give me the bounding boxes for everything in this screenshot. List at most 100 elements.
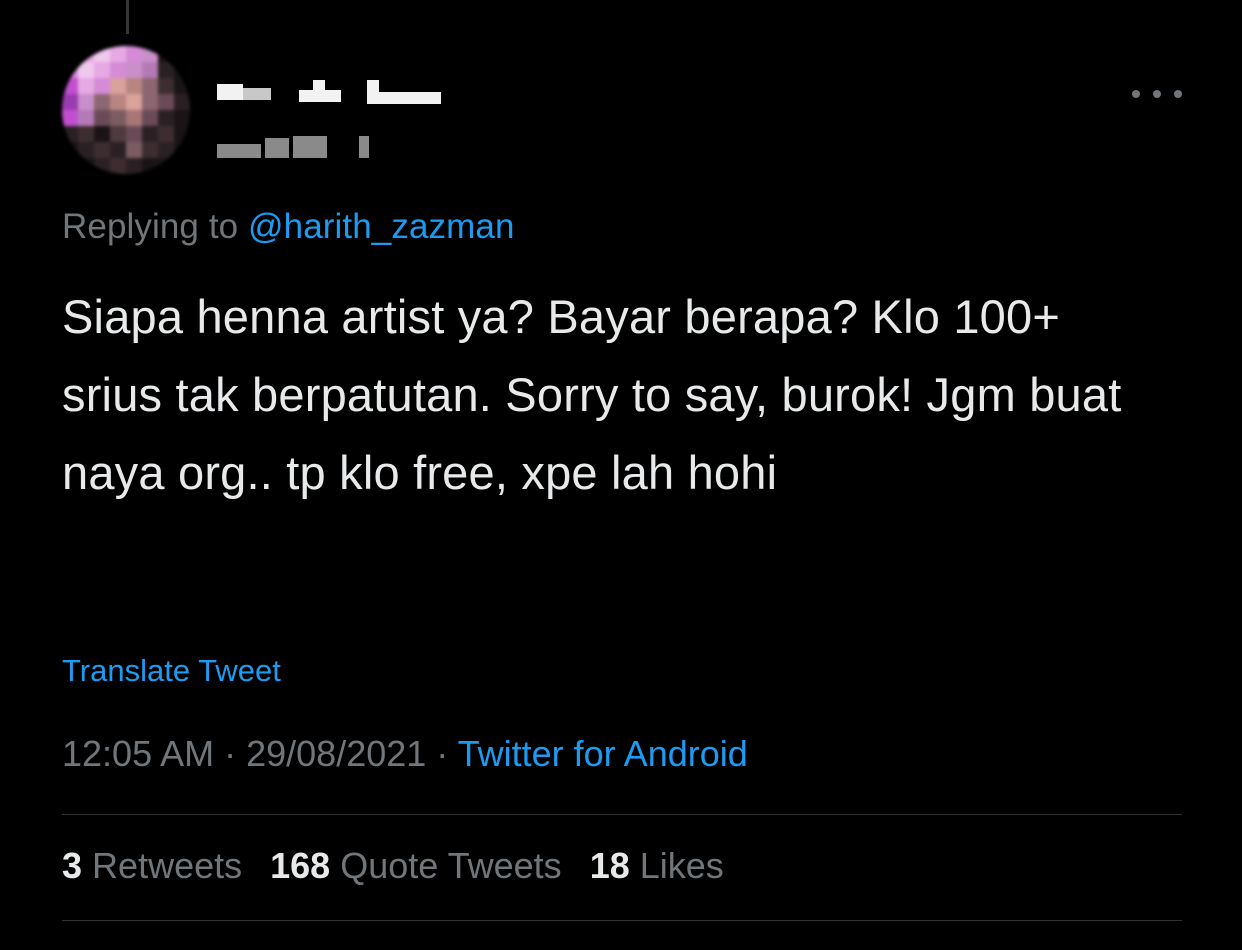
avatar-pixel bbox=[110, 126, 126, 142]
avatar-pixel bbox=[78, 126, 94, 142]
avatar-pixel bbox=[158, 142, 174, 158]
avatar-pixel bbox=[62, 142, 78, 158]
retweets-stat[interactable]: 3 Retweets bbox=[62, 845, 242, 887]
retweets-label: Retweets bbox=[92, 845, 243, 886]
retweets-count: 3 bbox=[62, 845, 83, 886]
divider bbox=[62, 920, 1182, 921]
more-dot bbox=[1153, 90, 1161, 98]
avatar-pixel bbox=[174, 62, 190, 78]
avatar-pixel bbox=[94, 126, 110, 142]
avatar-pixel bbox=[126, 142, 142, 158]
avatar-pixel bbox=[142, 110, 158, 126]
avatar-pixel bbox=[78, 62, 94, 78]
avatar-pixel bbox=[126, 94, 142, 110]
thread-connector-line bbox=[126, 0, 129, 34]
avatar-pixel bbox=[126, 78, 142, 94]
avatar-pixel bbox=[126, 158, 142, 174]
avatar-pixel bbox=[94, 94, 110, 110]
likes-count: 18 bbox=[589, 845, 630, 886]
avatar-pixel bbox=[174, 158, 190, 174]
avatar-pixel bbox=[94, 110, 110, 126]
avatar-pixel bbox=[126, 126, 142, 142]
tweet-text: Siapa henna artist ya? Bayar berapa? Klo… bbox=[62, 290, 1122, 499]
avatar-pixel bbox=[158, 78, 174, 94]
divider bbox=[62, 814, 1182, 815]
avatar-pixel bbox=[110, 46, 126, 62]
tweet-date[interactable]: 29/08/2021 bbox=[246, 733, 426, 774]
avatar-pixel bbox=[158, 94, 174, 110]
avatar-pixel bbox=[78, 78, 94, 94]
tweet-stats: 3 Retweets 168 Quote Tweets 18 Likes bbox=[62, 845, 724, 887]
avatar-pixel bbox=[62, 158, 78, 174]
avatar-pixel bbox=[142, 46, 158, 62]
more-options-icon[interactable] bbox=[1132, 80, 1182, 108]
redacted-display-name bbox=[217, 84, 243, 100]
avatar-pixel bbox=[94, 142, 110, 158]
avatar-pixel bbox=[78, 142, 94, 158]
avatar-pixel bbox=[126, 62, 142, 78]
avatar-pixel bbox=[110, 110, 126, 126]
avatar-pixel bbox=[94, 62, 110, 78]
avatar-pixel bbox=[110, 62, 126, 78]
avatar-pixel bbox=[78, 158, 94, 174]
avatar-pixel bbox=[110, 78, 126, 94]
quote-tweets-stat[interactable]: 168 Quote Tweets bbox=[270, 845, 562, 887]
redacted-handle bbox=[217, 144, 261, 158]
avatar-pixel bbox=[94, 158, 110, 174]
meta-separator: · bbox=[214, 733, 247, 774]
redacted-display-name bbox=[367, 80, 379, 94]
avatar-pixel bbox=[110, 142, 126, 158]
avatar-pixel bbox=[94, 46, 110, 62]
avatar[interactable] bbox=[62, 46, 190, 174]
avatar-pixel bbox=[62, 62, 78, 78]
redacted-handle bbox=[293, 136, 327, 158]
avatar-pixel bbox=[126, 46, 142, 62]
quote-tweets-count: 168 bbox=[270, 845, 331, 886]
likes-label: Likes bbox=[639, 845, 724, 886]
redacted-handle bbox=[359, 136, 369, 158]
tweet-source-link[interactable]: Twitter for Android bbox=[458, 733, 748, 774]
author-name-redacted[interactable] bbox=[217, 78, 447, 168]
tweet-time[interactable]: 12:05 AM bbox=[62, 733, 214, 774]
translate-tweet-link[interactable]: Translate Tweet bbox=[62, 653, 281, 689]
avatar-pixelated-image bbox=[62, 46, 190, 174]
avatar-pixel bbox=[142, 78, 158, 94]
avatar-pixel bbox=[142, 142, 158, 158]
avatar-pixel bbox=[174, 110, 190, 126]
avatar-pixel bbox=[78, 94, 94, 110]
avatar-pixel bbox=[62, 126, 78, 142]
avatar-pixel bbox=[78, 46, 94, 62]
more-dot bbox=[1132, 90, 1140, 98]
redacted-display-name bbox=[243, 88, 271, 100]
avatar-pixel bbox=[174, 94, 190, 110]
avatar-pixel bbox=[62, 94, 78, 110]
avatar-pixel bbox=[158, 110, 174, 126]
avatar-pixel bbox=[62, 46, 78, 62]
meta-separator: · bbox=[426, 733, 458, 774]
avatar-pixel bbox=[142, 62, 158, 78]
avatar-pixel bbox=[126, 110, 142, 126]
tweet-metadata: 12:05 AM · 29/08/2021 · Twitter for Andr… bbox=[62, 733, 748, 775]
more-dot bbox=[1174, 90, 1182, 98]
redacted-handle bbox=[265, 138, 289, 158]
avatar-pixel bbox=[62, 78, 78, 94]
replying-prefix: Replying to bbox=[62, 207, 249, 246]
avatar-pixel bbox=[62, 110, 78, 126]
redacted-display-name bbox=[313, 80, 325, 92]
avatar-pixel bbox=[110, 94, 126, 110]
likes-stat[interactable]: 18 Likes bbox=[590, 845, 724, 887]
avatar-pixel bbox=[174, 126, 190, 142]
avatar-pixel bbox=[94, 78, 110, 94]
avatar-pixel bbox=[158, 62, 174, 78]
avatar-pixel bbox=[158, 46, 174, 62]
replying-to-line: Replying to @harith_zazman bbox=[62, 207, 515, 247]
avatar-pixel bbox=[142, 158, 158, 174]
avatar-pixel bbox=[158, 126, 174, 142]
avatar-pixel bbox=[110, 158, 126, 174]
avatar-pixel bbox=[142, 94, 158, 110]
avatar-pixel bbox=[142, 126, 158, 142]
replying-mention-link[interactable]: @harith_zazman bbox=[248, 207, 515, 246]
quote-tweets-label: Quote Tweets bbox=[340, 845, 562, 886]
avatar-pixel bbox=[158, 158, 174, 174]
avatar-pixel bbox=[174, 142, 190, 158]
